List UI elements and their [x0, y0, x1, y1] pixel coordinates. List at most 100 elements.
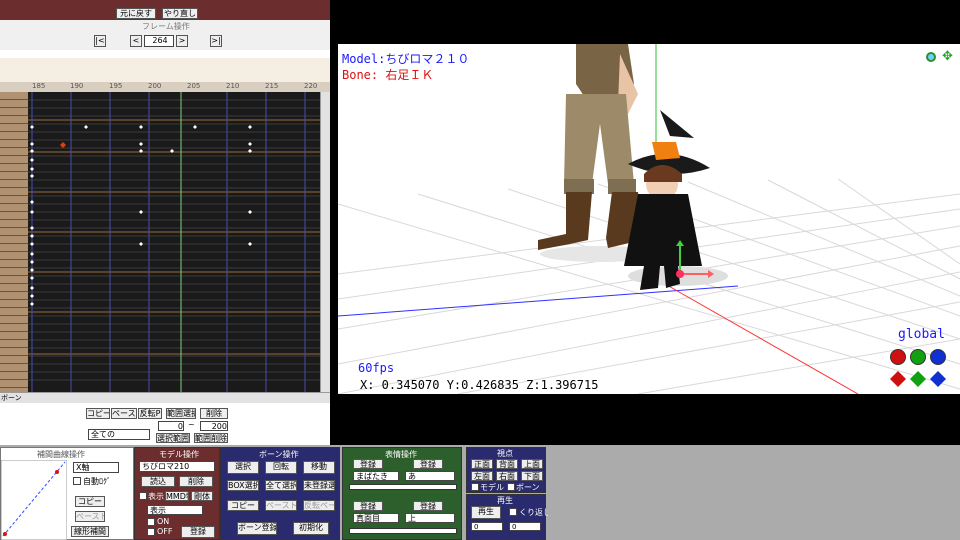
3d-viewport[interactable]: Model:ちびロマ２１０ Bone: 右足ＩＫ ✥ 60fps X: 0.34…	[338, 44, 960, 394]
move-view-icon[interactable]: ✥	[942, 50, 953, 63]
bone-paste-button[interactable]: ペースト	[265, 500, 297, 511]
load-model-button[interactable]: 読込	[141, 476, 175, 487]
on-checkbox[interactable]	[147, 518, 155, 526]
timeline-info-strip	[0, 58, 330, 82]
morph-register-button-4[interactable]: 登録	[413, 501, 443, 511]
undo-button[interactable]: 元に戻す	[116, 8, 156, 19]
frame-label: フレーム操作	[142, 22, 190, 31]
interp-copy-button[interactable]: コピー	[75, 496, 105, 507]
range-from-input[interactable]: 0	[158, 421, 184, 431]
next-frame-button[interactable]: >	[176, 35, 188, 47]
right-view-button[interactable]: 右面	[496, 471, 518, 481]
morph-register-button-2[interactable]: 登録	[413, 459, 443, 469]
off-checkbox[interactable]	[147, 528, 155, 536]
morph-panel: 表情操作 登録 登録 まばたき あ 登録 登録 真面目 上	[342, 447, 462, 540]
auto-log-checkbox[interactable]	[73, 477, 81, 485]
range-delete-button[interactable]: 範囲削除	[194, 433, 228, 443]
first-frame-button[interactable]: |<	[94, 35, 106, 47]
on-label: ON	[157, 517, 170, 526]
ruler-tick-label: 195	[109, 82, 123, 90]
rotate-x-icon[interactable]	[890, 349, 906, 365]
selection-range-button[interactable]: 選択範囲	[156, 433, 190, 443]
box-select-button[interactable]: BOX選択	[227, 480, 259, 491]
bone-panel-title: ボーン操作	[259, 450, 299, 459]
brow-morph-select[interactable]: 真面目	[353, 513, 399, 523]
timeline-bottom-bar: コピー ペースト 反転P 範囲選択 削除 0 ~ 200 全ての 選択範囲 範囲…	[0, 403, 330, 445]
model-select[interactable]: ちびロマ210	[139, 461, 215, 472]
register-model-button[interactable]: 登録	[181, 526, 215, 538]
top-view-button[interactable]: 上面	[521, 459, 543, 469]
show-model-label: 表示	[148, 492, 164, 501]
bone-copy-button[interactable]: コピー	[227, 500, 259, 511]
off-label: OFF	[157, 527, 173, 536]
loop-checkbox[interactable]	[509, 508, 517, 516]
prev-frame-button[interactable]: <	[130, 35, 142, 47]
bone-panel: ボーン操作 選択 回転 移動 BOX選択 全て選択 未登録選択 コピー ペースト…	[220, 447, 340, 540]
eye-morph-select[interactable]: まばたき	[353, 471, 399, 481]
rigid-body-button[interactable]: 剛体	[191, 491, 213, 501]
reset-bone-button[interactable]: 初期化	[293, 522, 329, 535]
mirror-paste-button[interactable]: 反転P	[138, 408, 162, 419]
range-tilde: ~	[188, 420, 195, 429]
morph-register-button-3[interactable]: 登録	[353, 501, 383, 511]
paste-button[interactable]: ペースト	[111, 408, 137, 419]
bone-rotate-button[interactable]: 回転	[265, 461, 297, 474]
play-button[interactable]: 再生	[471, 506, 501, 519]
select-all-button[interactable]: 全て選択	[265, 480, 297, 491]
fps-label: 60fps	[358, 361, 395, 375]
bone-move-button[interactable]: 移動	[303, 461, 335, 474]
follow-bone-checkbox[interactable]	[507, 483, 515, 491]
timeline-panel: 元に戻す やり直し フレーム操作 |< < 264 > >| 185 190 1…	[0, 0, 331, 445]
morph-slider-2[interactable]	[349, 528, 457, 534]
mmd-physics-button[interactable]: MMD物理	[165, 491, 189, 501]
model-name-label: Model:ちびロマ２１０	[342, 52, 470, 66]
rotate-z-icon[interactable]	[930, 349, 946, 365]
view-panel-title: 視点	[497, 449, 513, 458]
zoom-icon[interactable]	[926, 52, 936, 62]
back-view-button[interactable]: 背面	[496, 459, 518, 469]
left-view-button[interactable]: 左面	[471, 471, 493, 481]
bone-name-column[interactable]	[0, 92, 28, 392]
play-end-field[interactable]: 0	[509, 522, 541, 531]
play-start-field[interactable]: 0	[471, 522, 503, 531]
keyframe-grid[interactable]	[28, 92, 320, 392]
follow-bone-label: ボーン	[516, 483, 540, 492]
accessory-select[interactable]: 表示	[147, 505, 203, 515]
follow-model-checkbox[interactable]	[471, 483, 479, 491]
interp-paste-button[interactable]: ペースト	[75, 511, 105, 522]
linear-interp-button[interactable]: 線形補間	[71, 526, 109, 537]
morph-slider-1[interactable]	[349, 484, 457, 490]
redo-button[interactable]: やり直し	[162, 8, 198, 19]
coord-mode-label[interactable]: global	[898, 327, 945, 342]
copy-button[interactable]: コピー	[86, 408, 110, 419]
interp-curve[interactable]	[1, 460, 67, 540]
play-panel: 再生 再生 くり返し 0 0	[466, 494, 551, 540]
bone-mirror-paste-button[interactable]: 反転ペースト	[303, 500, 335, 511]
range-to-input[interactable]: 200	[200, 421, 228, 431]
show-model-checkbox[interactable]	[139, 492, 147, 500]
range-type-select[interactable]: 全ての	[88, 429, 150, 440]
interp-axis-select[interactable]: X軸	[73, 462, 119, 473]
coord-readout: X: 0.345070 Y:0.426835 Z:1.396715	[360, 378, 599, 392]
bottom-view-button[interactable]: 下面	[521, 471, 543, 481]
delete-model-button[interactable]: 削除	[179, 476, 213, 487]
front-view-button[interactable]: 正面	[471, 459, 493, 469]
loop-label: くり返し	[519, 508, 551, 517]
register-bone-button[interactable]: ボーン登録	[237, 522, 277, 535]
ruler-tick-label: 200	[148, 82, 162, 90]
last-frame-button[interactable]: >|	[210, 35, 222, 47]
select-unregistered-button[interactable]: 未登録選択	[303, 480, 335, 491]
range-select-button[interactable]: 範囲選択	[166, 408, 196, 419]
lip-morph-select[interactable]: あ	[405, 471, 455, 481]
morph-register-button-1[interactable]: 登録	[353, 459, 383, 469]
ruler-tick-label: 220	[304, 82, 318, 90]
rotate-y-icon[interactable]	[910, 349, 926, 365]
timeline-header: 元に戻す やり直し	[0, 0, 330, 20]
ruler-tick-label: 210	[226, 82, 240, 90]
view-panel: 視点 正面 背面 上面 左面 右面 下面 モデル ボーン	[466, 447, 546, 493]
frame-input[interactable]: 264	[144, 35, 174, 47]
delete-button[interactable]: 削除	[200, 408, 228, 419]
bone-select-button[interactable]: 選択	[227, 461, 259, 474]
model-panel: モデル操作 ちびロマ210 読込 削除 表示 MMD物理 剛体 表示 ON OF…	[134, 447, 220, 540]
other-morph-select[interactable]: 上	[405, 513, 455, 523]
